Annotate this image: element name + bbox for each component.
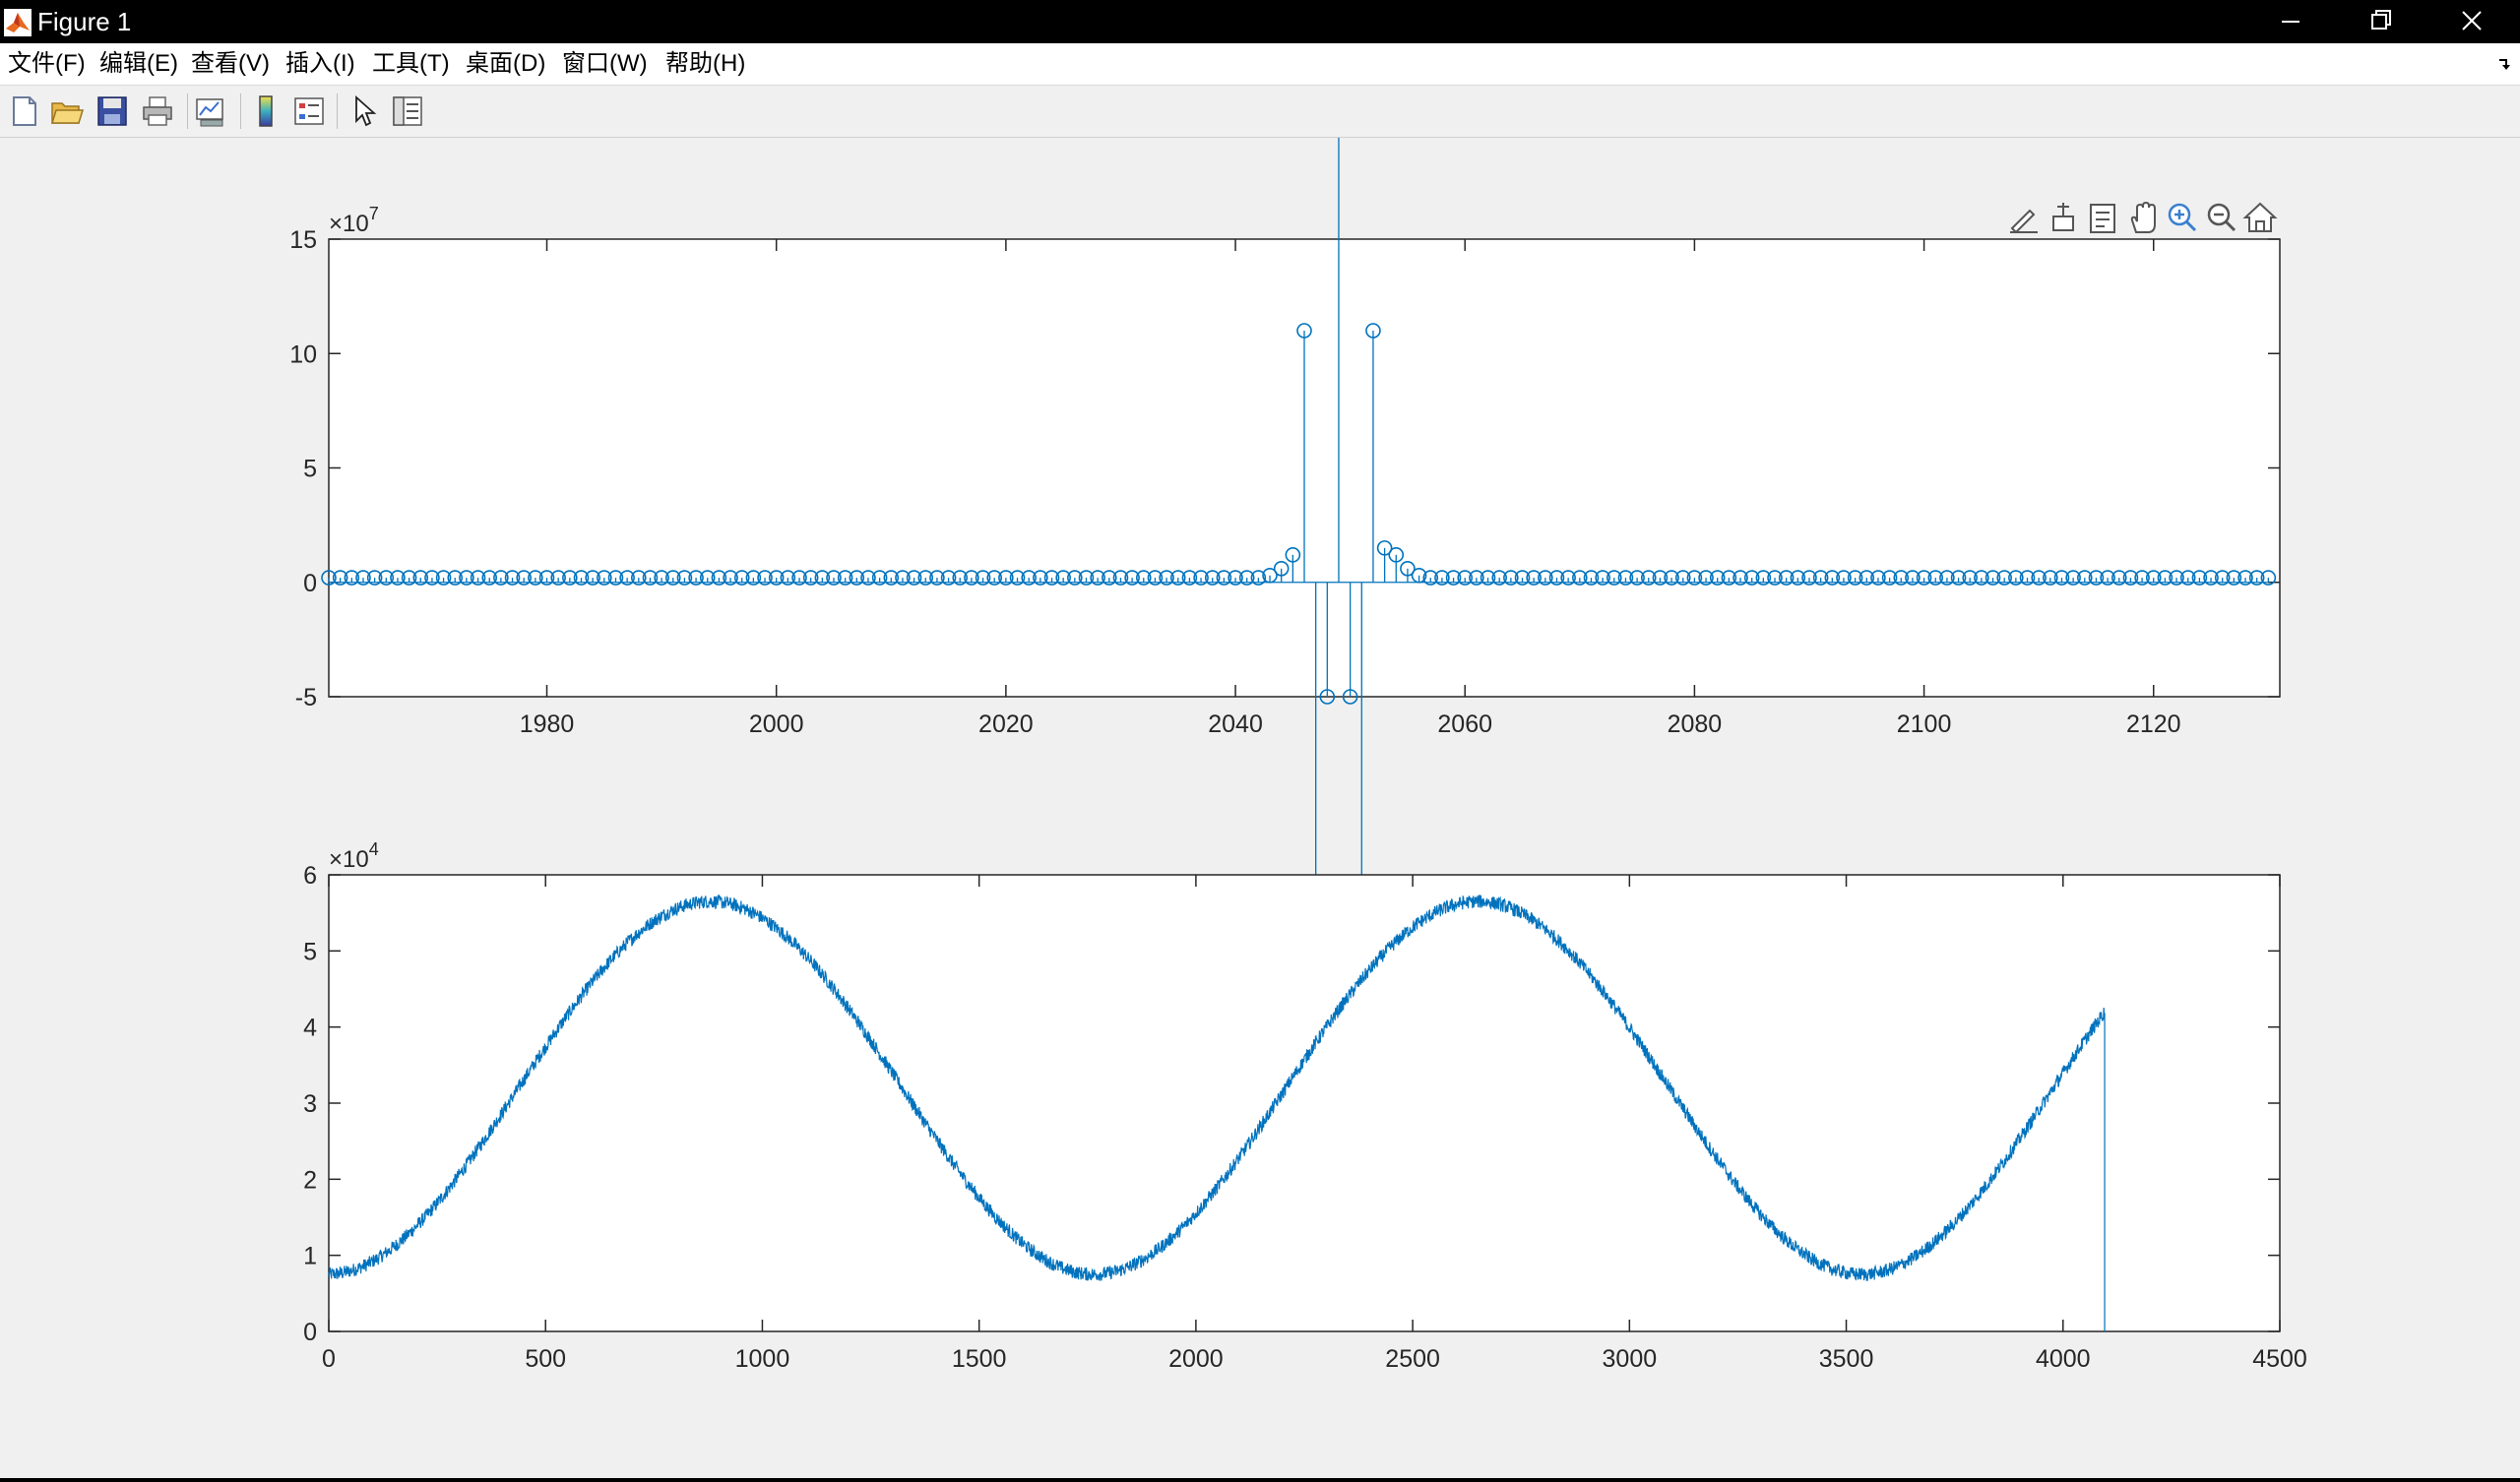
y-tick-label: 15 xyxy=(289,226,317,254)
window-title: Figure 1 xyxy=(37,7,132,36)
x-tick-label: 2020 xyxy=(978,710,1034,738)
brush-icon[interactable] xyxy=(2010,209,2038,234)
x-tick-label: 1000 xyxy=(735,1345,790,1373)
x-tick-label: 2080 xyxy=(1668,710,1723,738)
x-tick-label: 1980 xyxy=(520,710,575,738)
y-tick-label: 4 xyxy=(303,1015,317,1042)
legend-icon[interactable] xyxy=(291,93,327,129)
property-inspector-icon[interactable] xyxy=(390,93,425,129)
minimize-button[interactable] xyxy=(2244,0,2335,43)
home-icon[interactable] xyxy=(2242,202,2278,232)
y-tick-label: 0 xyxy=(303,570,317,597)
menu-insert[interactable]: 插入(I) xyxy=(285,49,355,79)
new-figure-icon[interactable] xyxy=(6,93,41,129)
x-tick-label: 2120 xyxy=(2126,710,2181,738)
x-tick-label: 1500 xyxy=(952,1345,1007,1373)
menu-help[interactable]: 帮助(H) xyxy=(665,49,745,79)
y-tick-label: 5 xyxy=(303,938,317,965)
menu-overflow-icon[interactable] xyxy=(2496,55,2512,71)
x-tick-label: 4500 xyxy=(2252,1345,2307,1373)
y-tick-label: 3 xyxy=(303,1090,317,1118)
y-tick-label: -5 xyxy=(295,684,317,711)
menu-window[interactable]: 窗口(W) xyxy=(562,49,648,79)
y-tick-label: 1 xyxy=(303,1243,317,1270)
title-bar: Figure 1 xyxy=(0,0,2520,43)
matlab-logo-icon xyxy=(4,9,32,36)
x-tick-label: 3000 xyxy=(1603,1345,1658,1373)
exponent-label: ×107 xyxy=(329,204,379,237)
menu-view[interactable]: 查看(V) xyxy=(191,49,270,79)
close-button[interactable] xyxy=(2426,0,2516,43)
x-tick-label: 500 xyxy=(525,1345,566,1373)
y-tick-label: 0 xyxy=(303,1319,317,1346)
x-tick-label: 2500 xyxy=(1385,1345,1440,1373)
signal-line-axes[interactable]: 0 500 1000 1500 2000 2500 3000 3500 4000 4500 0 1 2 3… xyxy=(303,839,2307,1373)
zoom-in-icon[interactable] xyxy=(2168,203,2197,232)
x-tick-label: 2040 xyxy=(1208,710,1263,738)
colorbar-icon[interactable] xyxy=(248,93,284,129)
print-icon[interactable] xyxy=(140,93,175,129)
x-tick-label: 2000 xyxy=(749,710,804,738)
zoom-out-icon[interactable] xyxy=(2207,203,2236,232)
toolbar-separator xyxy=(240,93,241,129)
menu-bar: 文件(F) 编辑(E) 查看(V) 插入(I) 工具(T) 桌面(D) 窗口(W… xyxy=(0,43,2520,86)
edit-plot-icon[interactable] xyxy=(346,93,382,129)
restore-button[interactable] xyxy=(2335,0,2426,43)
link-plot-icon[interactable] xyxy=(193,93,228,129)
open-file-icon[interactable] xyxy=(49,93,85,129)
x-tick-label: 2000 xyxy=(1168,1345,1224,1373)
x-tick-label: 2100 xyxy=(1897,710,1952,738)
toolbar-separator xyxy=(337,93,338,129)
y-tick-label: 6 xyxy=(303,862,317,890)
figure-canvas: 1980 2000 2020 2040 2060 2080 2100 2120-5051015… xyxy=(289,138,2307,1373)
window-bottom-border xyxy=(0,1478,2520,1482)
save-icon[interactable] xyxy=(94,93,130,129)
data-tips-icon[interactable] xyxy=(2052,203,2074,231)
menu-edit[interactable]: 编辑(E) xyxy=(99,49,178,79)
menu-file[interactable]: 文件(F) xyxy=(8,49,86,79)
y-tick-label: 5 xyxy=(303,456,317,483)
pan-icon[interactable] xyxy=(2130,201,2156,233)
x-tick-label: 4000 xyxy=(2036,1345,2091,1373)
menu-tools[interactable]: 工具(T) xyxy=(372,49,450,79)
x-tick-label: 0 xyxy=(322,1345,336,1373)
toolbar-separator xyxy=(187,93,188,129)
export-icon[interactable] xyxy=(2090,204,2115,233)
exponent-label: ×104 xyxy=(329,839,379,873)
x-tick-label: 2060 xyxy=(1437,710,1492,738)
axes-box xyxy=(328,874,2281,1332)
y-tick-label: 2 xyxy=(303,1166,317,1194)
axes-toolbar xyxy=(2010,201,2278,234)
menu-desktop[interactable]: 桌面(D) xyxy=(466,49,545,79)
y-tick-label: 10 xyxy=(289,340,317,368)
figure-toolbar xyxy=(0,86,2520,138)
x-tick-label: 3500 xyxy=(1819,1345,1874,1373)
